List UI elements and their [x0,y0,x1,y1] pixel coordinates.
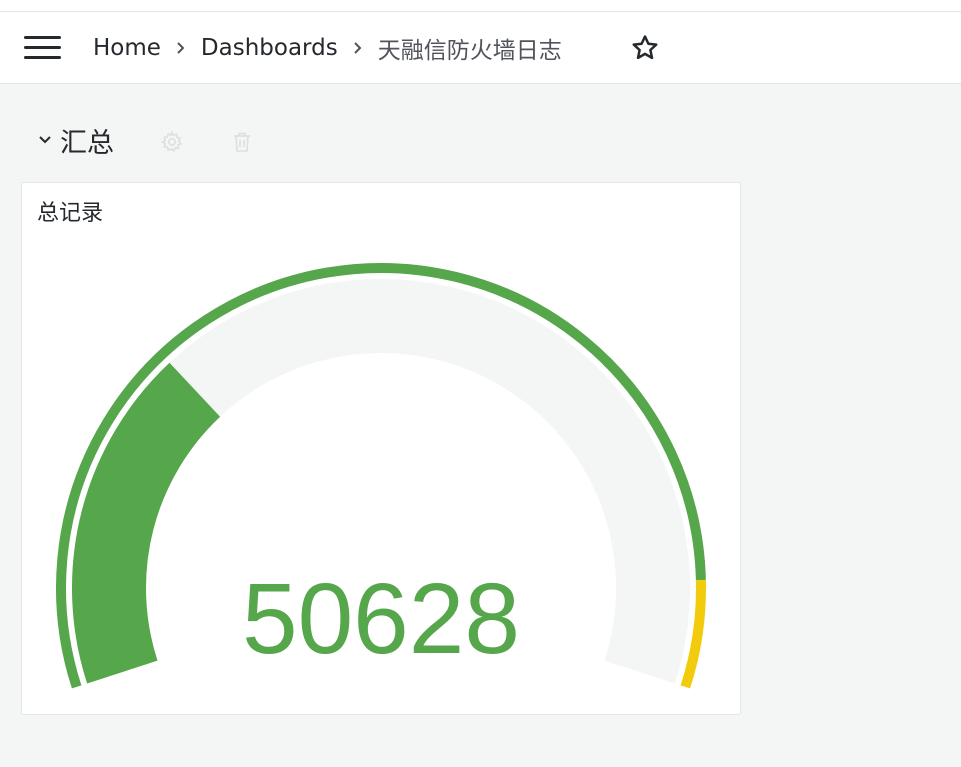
breadcrumb-current-dashboard: 天融信防火墙日志 [377,38,562,64]
gauge-panel: 总记录 50628 [21,182,741,715]
row-title[interactable]: 汇总 [60,121,114,160]
chevron-down-icon[interactable] [36,131,54,149]
hamburger-menu-icon[interactable] [24,36,62,62]
top-strip [0,0,961,12]
gauge-value-arc [72,362,221,684]
chevron-right-icon [175,41,187,55]
breadcrumb: Home Dashboards 天融信防火墙日志 [93,31,562,65]
star-icon[interactable] [630,33,660,63]
gauge-value-text: 50628 [242,563,520,675]
top-navbar: Home Dashboards 天融信防火墙日志 [0,12,961,84]
gauge-chart: 50628 [56,263,706,689]
breadcrumb-home[interactable]: Home [93,35,161,61]
chevron-right-icon [352,41,364,55]
row-header: 汇总 [36,120,250,160]
trash-icon[interactable] [230,130,254,154]
gear-icon[interactable] [160,130,184,154]
breadcrumb-dashboards[interactable]: Dashboards [201,35,338,61]
